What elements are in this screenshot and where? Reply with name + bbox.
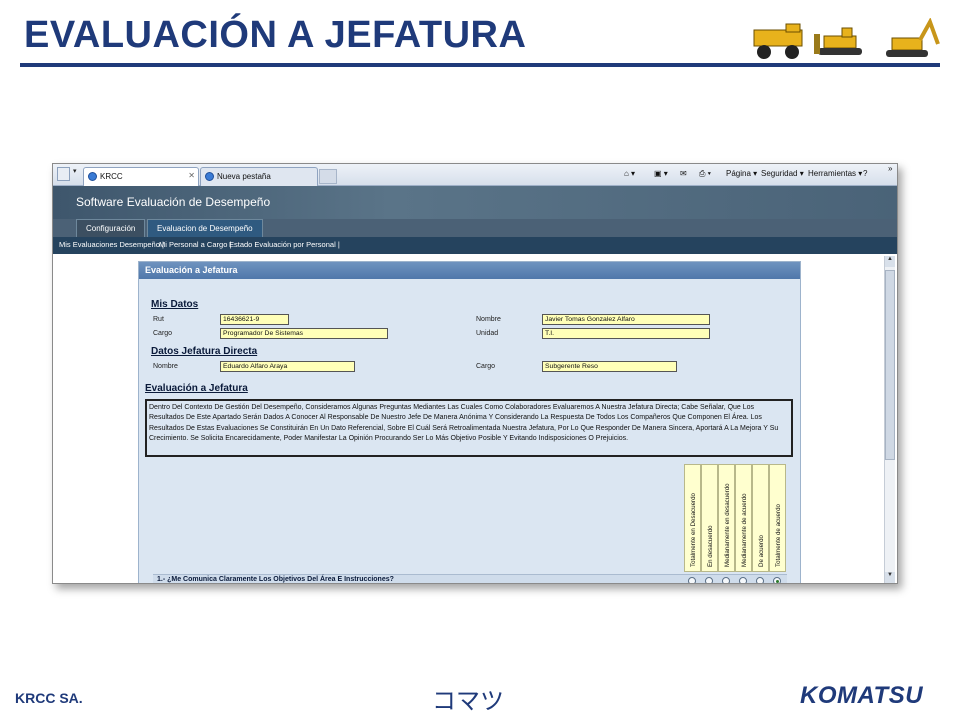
scale-col-6: Totalmente de acuerdo bbox=[769, 464, 786, 572]
browser-tab-nueva[interactable]: Nueva pestaña bbox=[200, 167, 318, 186]
rut-label: Rut bbox=[153, 316, 164, 323]
unidad-field[interactable]: T.I. bbox=[542, 328, 710, 339]
jefatura-nombre-field[interactable]: Eduardo Alfaro Araya bbox=[220, 361, 355, 372]
scale-col-4: Medianamente de acuerdo bbox=[735, 464, 752, 572]
tab-evaluacion-desempeno[interactable]: Evaluacion de Desempeño bbox=[147, 219, 263, 237]
ie-favicon-icon bbox=[205, 172, 214, 181]
tools-menu[interactable]: Herramientas ▾ bbox=[808, 169, 862, 178]
slide-title: EVALUACIÓN A JEFATURA bbox=[24, 14, 527, 56]
slide: EVALUACIÓN A JEFATURA ▾ KRCC ✕ Nueva pes… bbox=[0, 0, 960, 720]
scale-col-2: En desacuerdo bbox=[701, 464, 718, 572]
nombre-label: Nombre bbox=[476, 316, 501, 323]
radio-de-acuerdo[interactable] bbox=[756, 577, 764, 583]
komatsu-logo: KOMATSU bbox=[800, 682, 924, 709]
app-tab-bar: Configuración Evaluacion de Desempeño bbox=[53, 219, 897, 237]
mis-datos-heading: Mis Datos bbox=[151, 299, 199, 310]
page-menu[interactable]: Página ▾ bbox=[726, 169, 757, 178]
browser-toolbar: ▾ KRCC ✕ Nueva pestaña ⌂ ▾ ▣ ▾ ✉ ⎙ ▾ Pág… bbox=[53, 164, 897, 186]
new-tab-button[interactable] bbox=[319, 169, 337, 184]
browser-tab-krcc[interactable]: KRCC ✕ bbox=[83, 167, 199, 186]
app-header: Software Evaluación de Desempeño bbox=[53, 186, 897, 219]
cargo-label: Cargo bbox=[153, 330, 173, 337]
print-icon[interactable]: ⎙ ▾ bbox=[699, 169, 711, 179]
jefatura-nombre-label: Nombre bbox=[153, 363, 178, 370]
jefatura-cargo-field[interactable]: Subgerente Reso bbox=[542, 361, 677, 372]
close-tab-icon[interactable]: ✕ bbox=[188, 171, 195, 180]
bulldozer-icon bbox=[814, 27, 862, 55]
radio-en-desacuerdo[interactable] bbox=[705, 577, 713, 583]
app-title: Software Evaluación de Desempeño bbox=[76, 195, 271, 209]
nombre-field[interactable]: Javier Tomas Gonzalez Alfaro bbox=[542, 314, 710, 325]
subnav-estado-evaluacion[interactable]: Estado Evaluación por Personal | bbox=[229, 240, 340, 249]
radio-totalmente-acuerdo[interactable] bbox=[773, 577, 781, 583]
subnav-mis-evaluaciones[interactable]: Mis Evaluaciones Desempeño | bbox=[59, 240, 164, 249]
evaluation-panel: Evaluación a Jefatura Mis Datos Rut 1643… bbox=[138, 261, 801, 583]
unidad-label: Unidad bbox=[476, 330, 499, 337]
footer-company: KRCC SA. bbox=[15, 690, 83, 706]
scroll-thumb[interactable] bbox=[885, 270, 895, 460]
ie-favicon-icon bbox=[88, 172, 97, 181]
home-icon[interactable]: ⌂ ▾ bbox=[624, 169, 635, 178]
vertical-scrollbar[interactable]: ▲ ▼ bbox=[884, 256, 895, 583]
question-row: 1.- ¿Me Comunica Claramente Los Objetivo… bbox=[153, 574, 787, 583]
dump-truck-icon bbox=[753, 23, 803, 59]
rut-field[interactable]: 16436621-9 bbox=[220, 314, 289, 325]
tab-list-chevron-icon[interactable]: ▾ bbox=[73, 167, 77, 182]
tab-grid-icon[interactable] bbox=[57, 167, 70, 181]
scroll-down-icon[interactable]: ▼ bbox=[885, 572, 895, 583]
radio-medianamente-acuerdo[interactable] bbox=[739, 577, 747, 583]
more-chevron-icon[interactable]: » bbox=[888, 164, 892, 173]
radio-medianamente-desacuerdo[interactable] bbox=[722, 577, 730, 583]
browser-screenshot: ▾ KRCC ✕ Nueva pestaña ⌂ ▾ ▣ ▾ ✉ ⎙ ▾ Pág… bbox=[52, 163, 898, 584]
scroll-up-icon[interactable]: ▲ bbox=[885, 256, 895, 267]
excavator-icon bbox=[886, 18, 940, 57]
footer-katakana-logo: コマツ bbox=[432, 687, 504, 715]
panel-header: Evaluación a Jefatura bbox=[139, 262, 800, 279]
radio-totalmente-desacuerdo[interactable] bbox=[688, 577, 696, 583]
jefatura-cargo-label: Cargo bbox=[476, 363, 496, 370]
page-content: Evaluación a Jefatura Mis Datos Rut 1643… bbox=[53, 254, 881, 583]
subnav-mi-personal[interactable]: Mi Personal a Cargo | bbox=[159, 240, 231, 249]
evaluacion-heading: Evaluación a Jefatura bbox=[145, 383, 248, 394]
feeds-icon[interactable]: ▣ ▾ bbox=[654, 169, 668, 178]
datos-jefatura-heading: Datos Jefatura Directa bbox=[151, 346, 258, 357]
scale-col-5: De acuerdo bbox=[752, 464, 769, 572]
evaluation-intro-text: Dentro Del Contexto De Gestión Del Desem… bbox=[145, 399, 793, 457]
title-underline bbox=[20, 63, 940, 67]
sub-navigation: Mis Evaluaciones Desempeño | Mi Personal… bbox=[53, 237, 897, 254]
question-text: 1.- ¿Me Comunica Claramente Los Objetivo… bbox=[157, 576, 394, 583]
tab-configuracion[interactable]: Configuración bbox=[76, 219, 146, 237]
cargo-field[interactable]: Programador De Sistemas bbox=[220, 328, 388, 339]
scale-col-3: Medianamente en desacuerdo bbox=[718, 464, 735, 572]
rating-scale-headers: Totalmente en Desacuerdo En desacuerdo M… bbox=[684, 464, 786, 581]
mail-icon[interactable]: ✉ bbox=[680, 169, 687, 178]
security-menu[interactable]: Seguridad ▾ bbox=[761, 169, 804, 178]
scale-col-1: Totalmente en Desacuerdo bbox=[684, 464, 701, 572]
help-icon[interactable]: ? bbox=[863, 169, 867, 178]
komatsu-machines-illustration bbox=[753, 18, 940, 59]
